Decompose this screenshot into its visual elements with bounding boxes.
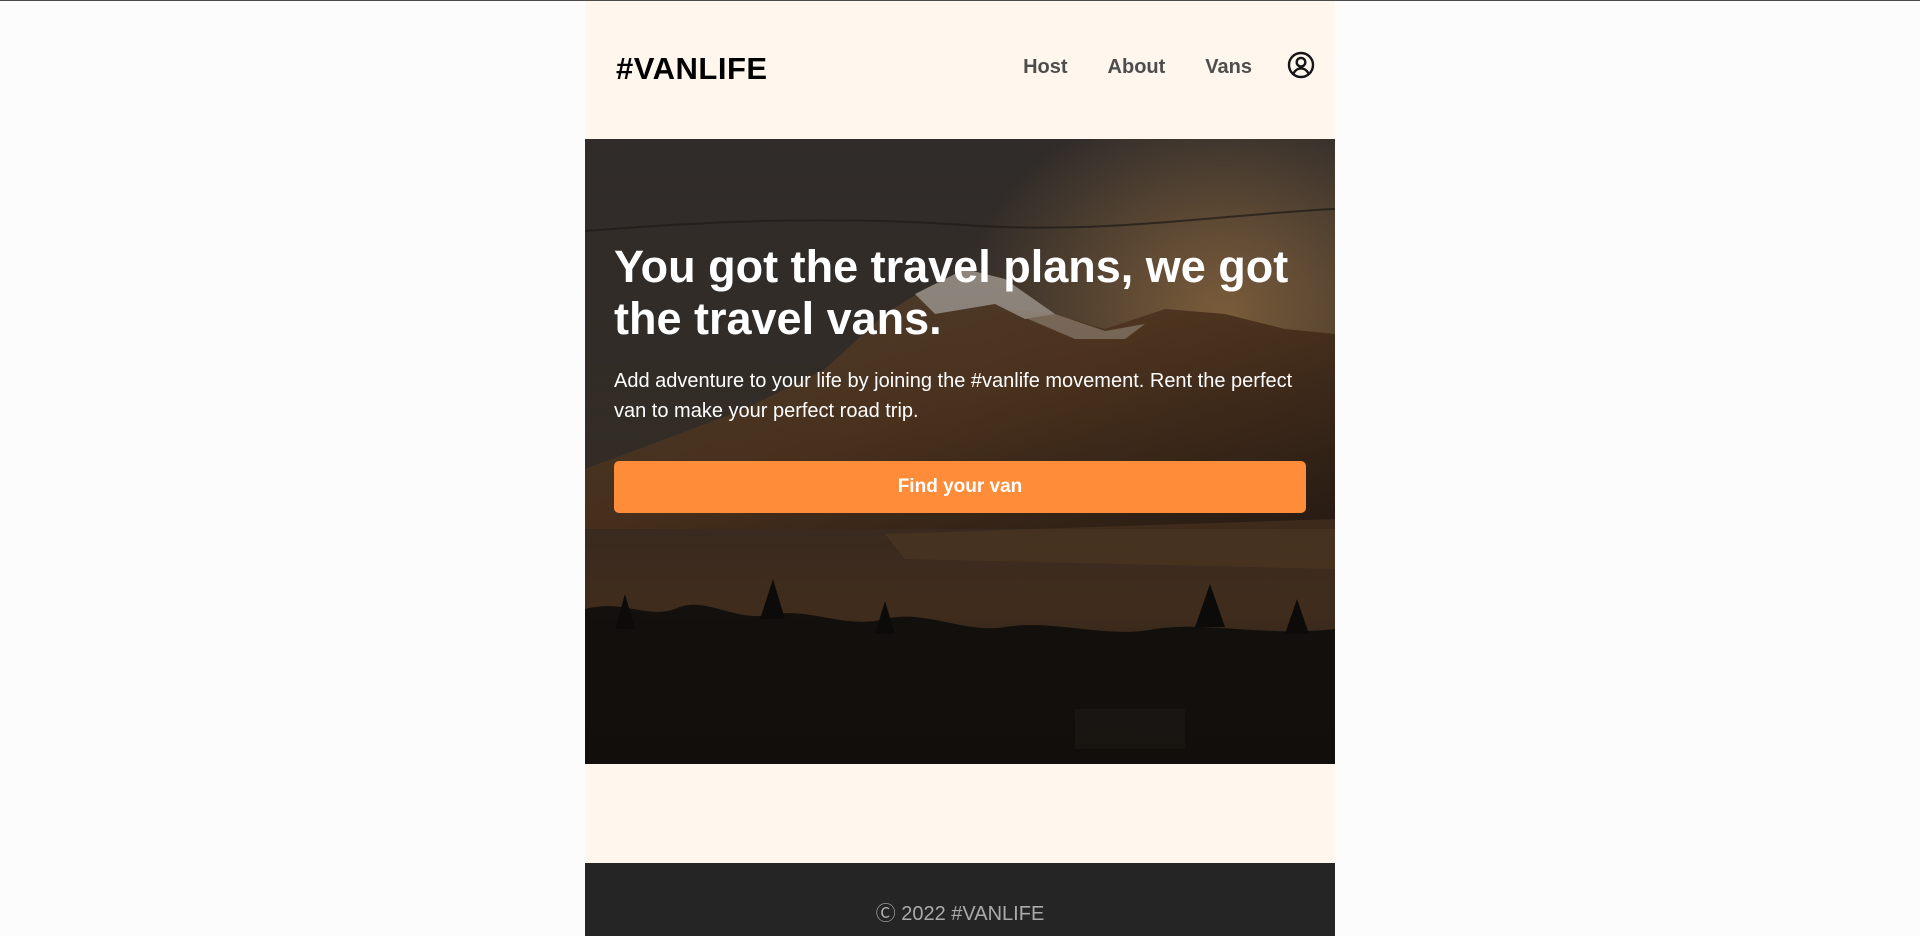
- site-header: #VANLIFE Host About Vans: [585, 1, 1335, 139]
- site-footer: Ⓒ 2022 #VANLIFE: [585, 863, 1335, 936]
- site-logo[interactable]: #VANLIFE: [616, 51, 768, 87]
- hero-title: You got the travel plans, we got the tra…: [614, 241, 1289, 344]
- main-nav: Host About Vans: [1023, 51, 1315, 81]
- nav-about-link[interactable]: About: [1108, 53, 1166, 81]
- hero-section: You got the travel plans, we got the tra…: [585, 139, 1335, 764]
- user-circle-icon[interactable]: [1287, 51, 1315, 79]
- hero-description: Add adventure to your life by joining th…: [614, 370, 1293, 422]
- app-container: #VANLIFE Host About Vans You got the tra…: [585, 1, 1335, 936]
- nav-vans-link[interactable]: Vans: [1205, 53, 1252, 81]
- copyright-text: Ⓒ 2022 #VANLIFE: [875, 903, 1045, 925]
- mountain-lake-sunset-image: [585, 139, 1335, 764]
- nav-host-link[interactable]: Host: [1023, 53, 1067, 81]
- find-your-van-button[interactable]: Find your van: [614, 461, 1306, 513]
